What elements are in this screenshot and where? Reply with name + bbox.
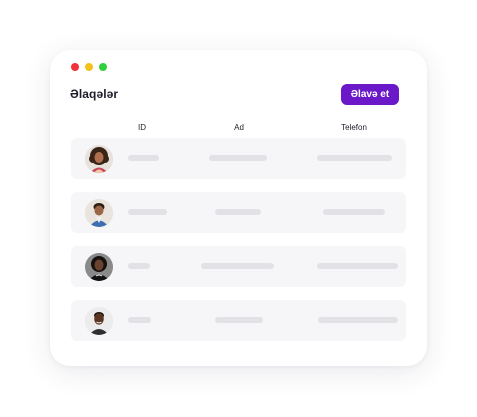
phone-placeholder [318,317,398,323]
avatar-man-casual-shirt-icon [85,199,113,227]
id-placeholder [128,317,151,323]
id-placeholder [128,263,150,269]
avatar-man-smiling-icon [85,307,113,335]
page-title: Əlaqələr [70,87,119,101]
contacts-window: Əlaqələr Əlavə et ID Ad Telefon [50,50,427,366]
phone-placeholder [317,263,398,269]
close-window-button[interactable] [71,63,79,71]
column-header-id[interactable]: ID [138,123,146,132]
name-placeholder [215,209,261,215]
avatar [85,145,113,173]
avatar [85,199,113,227]
avatar [85,307,113,335]
table-row[interactable] [71,246,406,287]
table-row[interactable] [71,138,406,179]
column-header-name[interactable]: Ad [234,123,244,132]
table-row[interactable] [71,192,406,233]
add-contact-button[interactable]: Əlavə et [341,84,399,105]
maximize-window-button[interactable] [99,63,107,71]
window-controls [71,63,107,71]
phone-placeholder [317,155,392,161]
id-placeholder [128,209,167,215]
avatar-woman-black-top-icon [85,253,113,281]
minimize-window-button[interactable] [85,63,93,71]
column-header-phone[interactable]: Telefon [341,123,367,132]
phone-placeholder [323,209,385,215]
avatar-woman-curly-hair-icon [85,145,113,173]
name-placeholder [209,155,267,161]
name-placeholder [215,317,263,323]
id-placeholder [128,155,159,161]
stage: Əlaqələr Əlavə et ID Ad Telefon [0,0,477,417]
avatar [85,253,113,281]
table-row[interactable] [71,300,406,341]
name-placeholder [201,263,274,269]
